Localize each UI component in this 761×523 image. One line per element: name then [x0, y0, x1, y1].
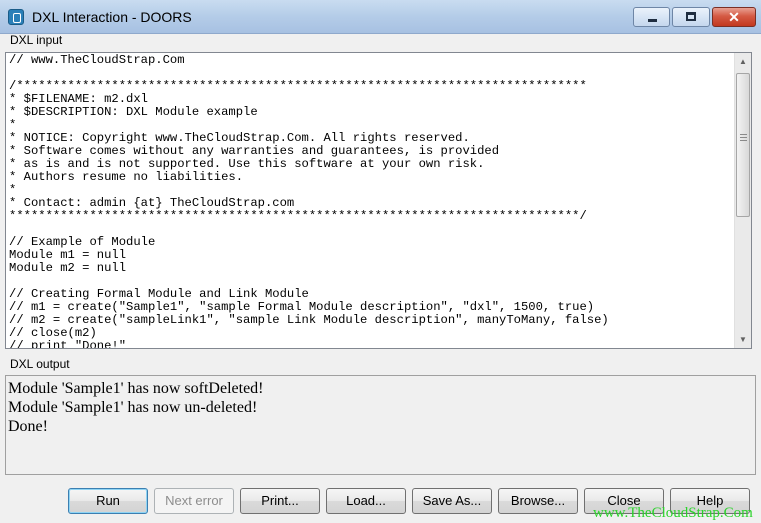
output-line: Done!	[8, 418, 48, 435]
dxl-output-panel[interactable]: Module 'Sample1' has now softDeleted! Mo…	[5, 375, 756, 475]
dxl-code-text[interactable]: // www.TheCloudStrap.Com /**************…	[9, 54, 609, 349]
output-line: Module 'Sample1' has now softDeleted!	[8, 380, 264, 397]
scroll-up-icon[interactable]: ▲	[735, 53, 751, 70]
dxl-output-label: DXL output	[10, 357, 70, 371]
scrollbar-thumb[interactable]	[736, 73, 750, 217]
minimize-icon	[648, 19, 657, 22]
close-window-button[interactable]: ✕	[712, 7, 756, 27]
next-error-button[interactable]: Next error	[154, 488, 234, 514]
print-button[interactable]: Print...	[240, 488, 320, 514]
grip-icon	[740, 134, 747, 135]
dxl-input-label: DXL input	[10, 33, 63, 47]
doors-app-icon	[8, 9, 24, 25]
save-as-button[interactable]: Save As...	[412, 488, 492, 514]
scroll-down-icon[interactable]: ▼	[735, 331, 751, 348]
dxl-input-editor[interactable]: // www.TheCloudStrap.Com /**************…	[5, 52, 752, 349]
minimize-button[interactable]	[633, 7, 670, 27]
run-button[interactable]: Run	[68, 488, 148, 514]
maximize-button[interactable]	[672, 7, 710, 27]
watermark-text: www.TheCloudStrap.Com	[593, 505, 753, 521]
title-bar[interactable]: DXL Interaction - DOORS ✕	[0, 0, 761, 34]
vertical-scrollbar[interactable]: ▲ ▼	[734, 53, 751, 348]
load-button[interactable]: Load...	[326, 488, 406, 514]
browse-button[interactable]: Browse...	[498, 488, 578, 514]
output-line: Module 'Sample1' has now un-deleted!	[8, 399, 258, 416]
window-title: DXL Interaction - DOORS	[32, 9, 192, 25]
maximize-icon	[686, 12, 696, 21]
close-icon: ✕	[728, 9, 740, 25]
